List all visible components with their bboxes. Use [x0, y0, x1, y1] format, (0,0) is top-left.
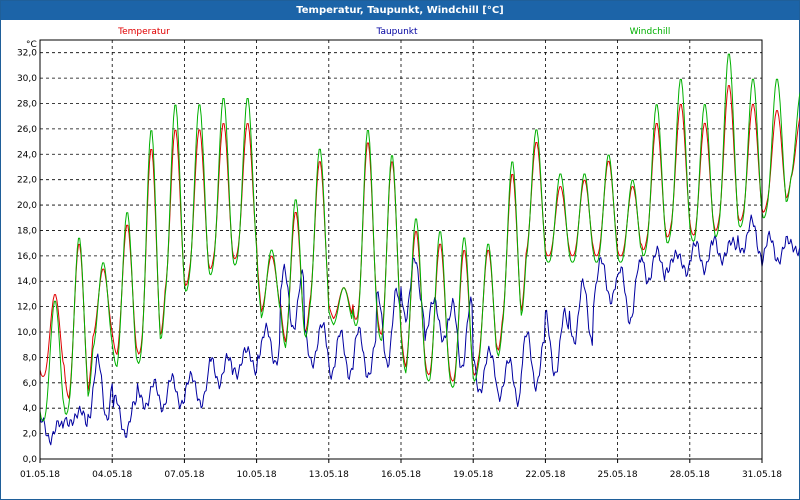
y-tick-label: 10,0: [17, 328, 37, 338]
y-tick-label: 0,0: [23, 455, 38, 465]
y-tick-label: 28,0: [17, 99, 37, 109]
x-tick-label: 22.05.18: [525, 470, 565, 480]
legend-temperatur: Temperatur: [117, 27, 170, 37]
y-tick-label: 12,0: [17, 303, 37, 313]
series-line-temperatur: [39, 85, 800, 399]
y-tick-label: 32,0: [17, 49, 37, 59]
legend-windchill: Windchill: [630, 27, 671, 37]
y-tick-label: 6,0: [23, 379, 38, 389]
y-tick-label: 22,0: [17, 176, 37, 186]
x-tick-label: 28.05.18: [670, 470, 710, 480]
x-tick-label: 01.05.18: [20, 470, 60, 480]
x-tick-label: 31.05.18: [742, 470, 782, 480]
x-tick-label: 25.05.18: [598, 470, 638, 480]
x-tick-label: 07.05.18: [164, 470, 204, 480]
legend: Temperatur Taupunkt Windchill: [117, 27, 670, 37]
x-tick-label: 04.05.18: [92, 470, 132, 480]
y-tick-label: 2,0: [23, 430, 38, 440]
series-lines: [39, 53, 800, 446]
x-tick-label: 13.05.18: [309, 470, 349, 480]
x-tick-label: 19.05.18: [453, 470, 493, 480]
y-tick-label: 20,0: [17, 201, 37, 211]
y-tick-label: 14,0: [17, 277, 37, 287]
y-tick-label: 8,0: [23, 353, 38, 363]
y-unit-label: °C: [26, 40, 37, 50]
y-tick-label: 4,0: [23, 404, 38, 414]
legend-taupunkt: Taupunkt: [375, 27, 418, 37]
x-tick-label: 16.05.18: [381, 470, 421, 480]
y-tick-label: 30,0: [17, 74, 37, 84]
y-tick-label: 24,0: [17, 150, 37, 160]
y-tick-label: 16,0: [17, 252, 37, 262]
chart-svg: 0,0 2,0 4,0 6,0 8,0 10,0 12,0 14,0 16,0 18,0 20,0 2…: [17, 27, 800, 480]
series-line-windchill: [39, 53, 800, 422]
y-tick-label: 26,0: [17, 125, 37, 135]
grid: [40, 40, 763, 459]
series-line-taupunkt: [39, 214, 800, 446]
x-tick-label: 10.05.18: [237, 470, 277, 480]
y-tick-label: 18,0: [17, 226, 37, 236]
